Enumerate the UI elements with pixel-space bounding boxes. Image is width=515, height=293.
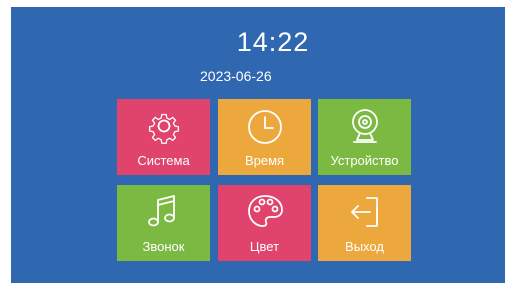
clock-date: 2023-06-26 bbox=[200, 68, 272, 84]
gear-icon bbox=[117, 104, 210, 148]
tile-system[interactable]: Система bbox=[117, 99, 210, 175]
tile-exit[interactable]: Выход bbox=[318, 185, 411, 261]
tile-label: Цвет bbox=[249, 239, 280, 254]
webcam-icon bbox=[318, 104, 411, 148]
clock-time: 14:22 bbox=[236, 27, 310, 57]
clock-icon bbox=[218, 104, 311, 148]
tile-label: Выход bbox=[345, 239, 384, 254]
tile-label: Система bbox=[137, 153, 190, 168]
tile-label: Устройство bbox=[330, 153, 399, 168]
home-screen: 14:22 2023-06-26 Система Время Устройств… bbox=[11, 7, 505, 283]
palette-icon bbox=[218, 190, 311, 234]
tile-label: Звонок bbox=[142, 239, 185, 254]
music-note-icon bbox=[117, 190, 210, 234]
tile-label: Время bbox=[244, 153, 285, 168]
tile-color[interactable]: Цвет bbox=[218, 185, 311, 261]
tile-ringtone[interactable]: Звонок bbox=[117, 185, 210, 261]
exit-icon bbox=[318, 190, 411, 234]
tile-device[interactable]: Устройство bbox=[318, 99, 411, 175]
tile-time[interactable]: Время bbox=[218, 99, 311, 175]
